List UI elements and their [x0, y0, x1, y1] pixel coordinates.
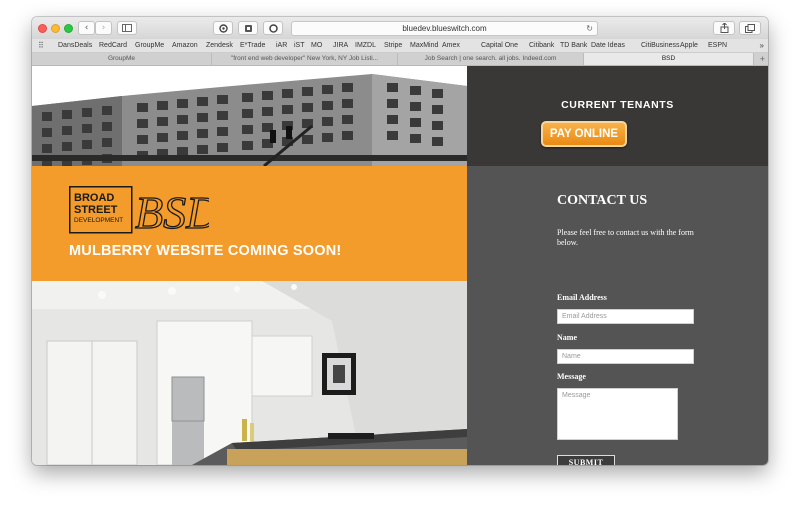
tenants-panel: CURRENT TENANTS PAY ONLINE	[467, 66, 768, 166]
bookmark-item[interactable]: Amazon	[172, 42, 198, 49]
bookmark-item[interactable]: IMZDL	[355, 42, 376, 49]
bsd-logo-mark: BROAD STREET DEVELOPMENT BSD	[69, 186, 220, 239]
url-text: bluedev.blueswitch.com	[402, 24, 487, 33]
bookmark-item[interactable]: Stripe	[384, 42, 402, 49]
forward-button[interactable]: ›	[95, 21, 112, 35]
bookmark-item[interactable]: ESPN	[708, 42, 727, 49]
more-bookmarks-icon[interactable]: »	[760, 41, 764, 50]
sidebar-icon	[122, 24, 132, 32]
reload-icon[interactable]: ↻	[586, 22, 593, 35]
new-tab-button[interactable]: +	[760, 53, 765, 65]
bookmark-item[interactable]: Date Ideas	[591, 42, 625, 49]
name-placeholder: Name	[562, 353, 581, 360]
top-sites-grid-icon[interactable]: ⠿	[38, 41, 44, 50]
logo-monogram: BSD	[135, 187, 209, 238]
close-window-button[interactable]	[38, 24, 47, 33]
bookmark-item[interactable]: Apple	[680, 42, 698, 49]
bookmarks-bar: ⠿ DansDeals RedCard GroupMe Amazon Zendesk E*…	[32, 39, 768, 53]
tab-indeed[interactable]: Job Search | one search. all jobs. Indee…	[398, 53, 584, 65]
extension-button-3[interactable]	[263, 21, 283, 35]
pay-online-button[interactable]: PAY ONLINE	[541, 121, 627, 147]
share-button[interactable]	[713, 21, 735, 35]
right-column: CURRENT TENANTS PAY ONLINE CONTACT US Pl…	[467, 66, 768, 465]
bookmark-item[interactable]: JIRA	[333, 42, 348, 49]
share-icon	[720, 23, 728, 33]
browser-toolbar: ‹ › bluedev.blueswitch.com ↻	[32, 17, 768, 39]
bookmark-item[interactable]: TD Bank	[560, 42, 587, 49]
tab-groupme[interactable]: GroupMe	[32, 53, 212, 65]
tab-bsd[interactable]: BSD	[584, 53, 754, 65]
logo-line-2: STREET	[74, 204, 118, 216]
bsd-logo: BROAD STREET DEVELOPMENT BSD	[69, 186, 220, 243]
current-tenants-heading: CURRENT TENANTS	[561, 99, 674, 111]
bookmark-item[interactable]: MaxMind	[410, 42, 438, 49]
address-bar[interactable]: bluedev.blueswitch.com ↻	[291, 21, 598, 36]
extension-swirl-icon	[218, 23, 228, 33]
browser-window: ‹ › bluedev.blueswitch.com ↻ ⠿ DansDeals…	[32, 17, 768, 465]
back-button[interactable]: ‹	[78, 21, 95, 35]
message-placeholder: Message	[562, 392, 591, 399]
tab-title: BSD	[661, 55, 676, 62]
contact-blurb: Please feel free to contact us with the …	[557, 228, 694, 247]
minimize-window-button[interactable]	[51, 24, 60, 33]
bookmark-item[interactable]: GroupMe	[135, 42, 164, 49]
bookmark-item[interactable]: MO	[311, 42, 322, 49]
extension-e-icon	[244, 24, 252, 32]
extension-button-2[interactable]	[238, 21, 258, 35]
bookmark-item[interactable]: CitiBusiness	[641, 42, 680, 49]
bookmark-item[interactable]: Amex	[442, 42, 460, 49]
bookmark-item[interactable]: DansDeals	[58, 42, 92, 49]
extension-button-1[interactable]	[213, 21, 233, 35]
chevron-right-icon: ›	[101, 23, 106, 33]
name-field[interactable]: Name	[557, 349, 694, 364]
tab-bar: GroupMe "front end web developer" New Yo…	[32, 53, 768, 66]
bookmark-item[interactable]: Zendesk	[206, 42, 233, 49]
message-label: Message	[557, 372, 586, 381]
kitchen-photo	[32, 281, 467, 465]
tabs-overview-icon	[745, 23, 755, 33]
email-field[interactable]: Email Address	[557, 309, 694, 324]
extension-o-icon	[268, 23, 278, 33]
kitchen-illustration	[32, 281, 467, 465]
maximize-window-button[interactable]	[64, 24, 73, 33]
tab-title: Job Search | one search. all jobs. Indee…	[424, 55, 557, 62]
building-illustration	[32, 66, 467, 166]
submit-button[interactable]: SUBMIT	[557, 455, 615, 465]
tab-job-listing[interactable]: "front end web developer" New York, NY J…	[212, 53, 398, 65]
logo-line-1: BROAD	[74, 192, 114, 204]
bookmark-item[interactable]: Citibank	[529, 42, 554, 49]
bookmark-item[interactable]: iAR	[276, 42, 287, 49]
tab-title: "front end web developer" New York, NY J…	[230, 55, 379, 62]
coming-soon-headline: MULBERRY WEBSITE COMING SOON!	[69, 243, 342, 259]
email-placeholder: Email Address	[562, 313, 607, 320]
email-label: Email Address	[557, 293, 607, 302]
building-photo	[32, 66, 467, 166]
left-column: BROAD STREET DEVELOPMENT BSD MULBERRY WE…	[32, 66, 467, 465]
sidebar-toggle-button[interactable]	[117, 21, 137, 35]
tab-title: GroupMe	[107, 55, 136, 62]
contact-heading: CONTACT US	[557, 193, 648, 208]
bookmark-item[interactable]: iST	[294, 42, 305, 49]
hero-banner: BROAD STREET DEVELOPMENT BSD MULBERRY WE…	[32, 166, 467, 281]
name-label: Name	[557, 333, 577, 342]
tabs-overview-button[interactable]	[739, 21, 761, 35]
logo-line-3: DEVELOPMENT	[74, 217, 123, 224]
bookmark-item[interactable]: Capital One	[481, 42, 518, 49]
message-textarea[interactable]: Message	[557, 388, 678, 440]
chevron-left-icon: ‹	[84, 23, 89, 33]
bookmark-item[interactable]: E*Trade	[240, 42, 265, 49]
bookmark-item[interactable]: RedCard	[99, 42, 127, 49]
page-content: BROAD STREET DEVELOPMENT BSD MULBERRY WE…	[32, 66, 768, 465]
